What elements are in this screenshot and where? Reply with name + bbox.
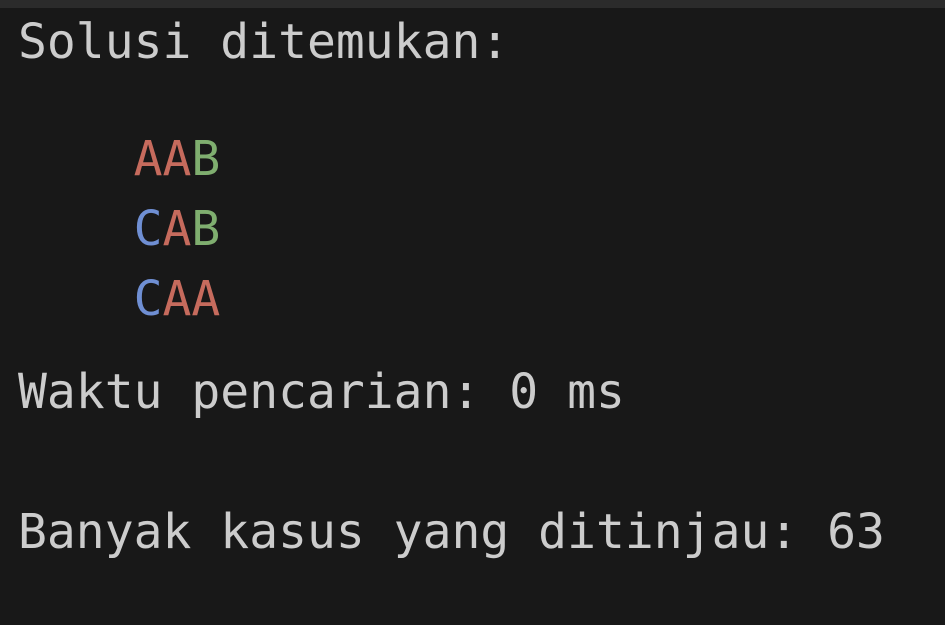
terminal-output: Solusi ditemukan: AAB CAB CAA Waktu penc… <box>0 0 945 625</box>
solution-3-char-3: A <box>191 271 221 327</box>
solution-3-char-2: A <box>162 271 192 327</box>
solution-3-char-1: C <box>133 271 163 327</box>
cases-reviewed-line: Banyak kasus yang ditinjau: 63 <box>18 504 885 560</box>
solution-header: Solusi ditemukan: <box>18 14 510 70</box>
search-time-line: Waktu pencarian: 0 ms <box>18 364 625 420</box>
solution-line-3: CAA <box>18 227 221 371</box>
